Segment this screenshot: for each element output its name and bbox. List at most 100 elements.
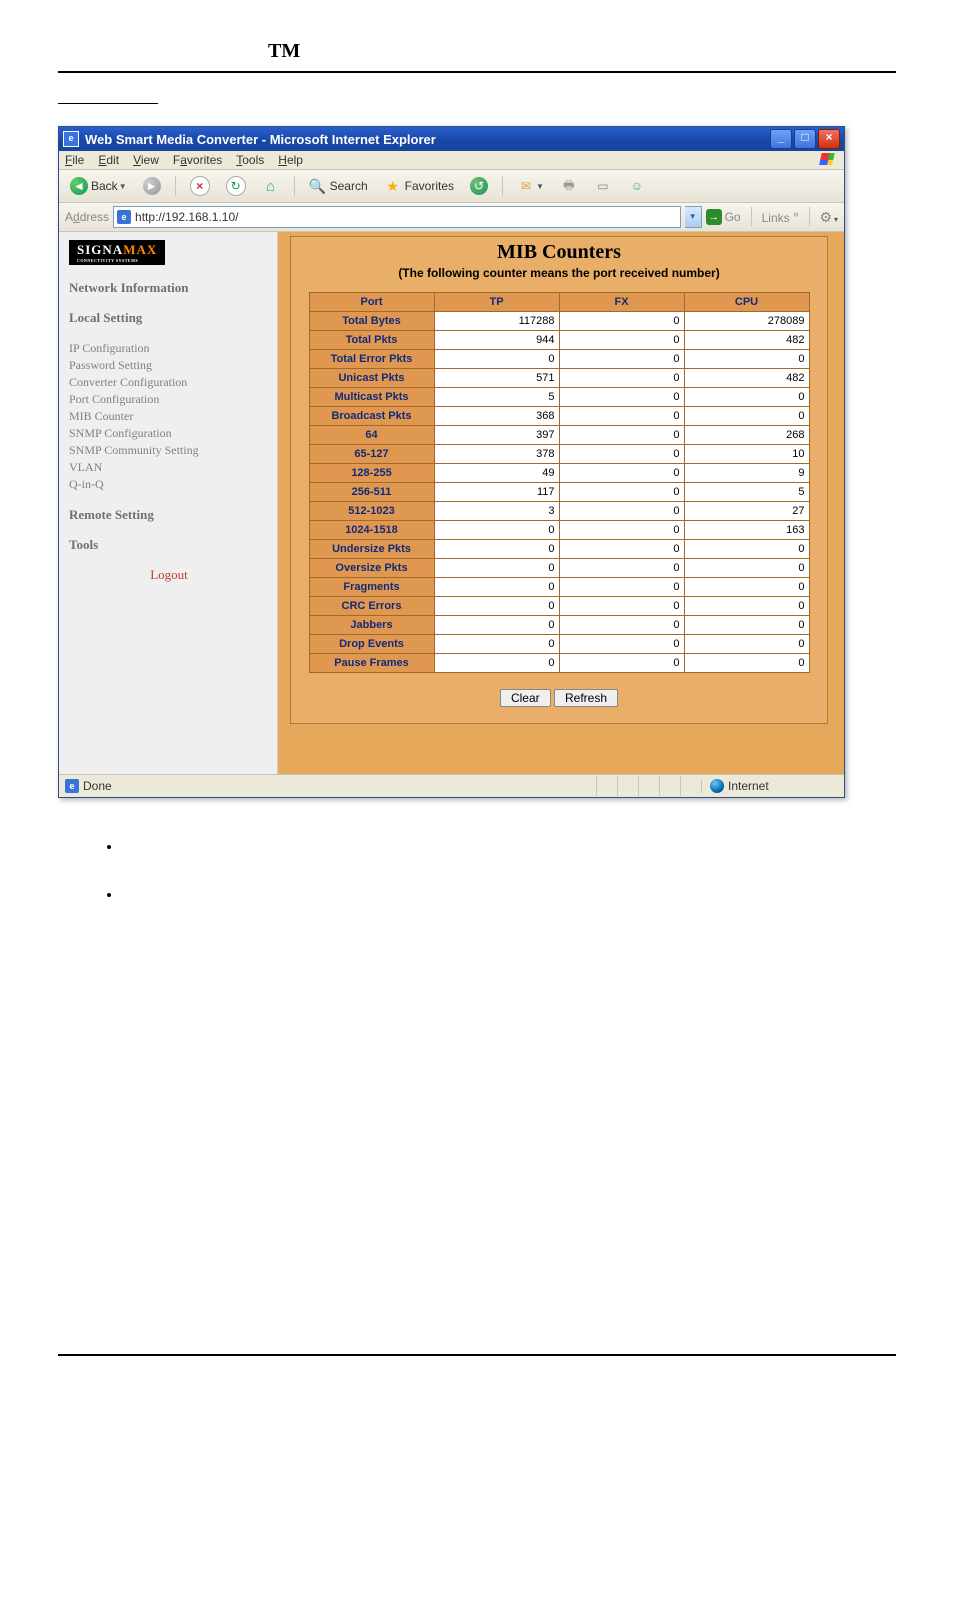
mail-button[interactable]: ✉▼ (512, 175, 549, 197)
cell-fx: 0 (559, 464, 684, 483)
bullet-2 (122, 886, 896, 904)
cell-cpu: 0 (684, 597, 809, 616)
sidebar-item-snmp-config[interactable]: SNMP Configuration (69, 425, 269, 442)
print-button[interactable]: 🖶 (555, 175, 583, 197)
settings-icon[interactable]: ⚙ ▾ (820, 209, 838, 226)
table-row: Broadcast Pkts36800 (309, 407, 809, 426)
sidebar-item-ip-config[interactable]: IP Configuration (69, 340, 269, 357)
back-button[interactable]: ◄ Back ▼ (65, 175, 132, 197)
menu-file[interactable]: File (65, 153, 84, 167)
toolbar: ◄ Back ▼ ► × ↻ ⌂ 🔍 Search ★ (59, 170, 844, 203)
messenger-button[interactable]: ☺ (623, 175, 651, 197)
cell-tp: 0 (434, 521, 559, 540)
sidebar-item-password[interactable]: Password Setting (69, 357, 269, 374)
cell-fx: 0 (559, 654, 684, 673)
status-ie-icon: e (65, 779, 79, 793)
table-row: Total Bytes1172880278089 (309, 312, 809, 331)
favorites-button[interactable]: ★ Favorites (379, 175, 459, 197)
menu-edit[interactable]: Edit (98, 153, 119, 167)
forward-button[interactable]: ► (138, 175, 166, 197)
mib-table: Port TP FX CPU Total Bytes1172880278089T… (309, 292, 810, 673)
cell-tp: 378 (434, 445, 559, 464)
table-row: Total Pkts9440482 (309, 331, 809, 350)
row-label: Drop Events (309, 635, 434, 654)
cell-tp: 0 (434, 654, 559, 673)
cell-cpu: 0 (684, 654, 809, 673)
cell-cpu: 268 (684, 426, 809, 445)
col-cpu: CPU (684, 293, 809, 312)
cell-tp: 0 (434, 578, 559, 597)
row-label: Undersize Pkts (309, 540, 434, 559)
mail-icon: ✉ (517, 177, 535, 195)
table-row: 128-2554909 (309, 464, 809, 483)
sidebar-head-network[interactable]: Network Information (69, 280, 269, 296)
search-button[interactable]: 🔍 Search (304, 175, 373, 197)
cell-cpu: 0 (684, 616, 809, 635)
cell-fx: 0 (559, 559, 684, 578)
menu-favorites[interactable]: Favorites (173, 153, 222, 167)
cell-cpu: 27 (684, 502, 809, 521)
table-row: Unicast Pkts5710482 (309, 369, 809, 388)
cell-tp: 0 (434, 559, 559, 578)
sidebar: SIGNAMAX CONNECTIVITY SYSTEMS Network In… (59, 232, 278, 774)
ie-page-icon: e (117, 210, 131, 224)
address-bar: Address e http://192.168.1.10/ ▾ → Go Li… (59, 203, 844, 232)
cell-fx: 0 (559, 407, 684, 426)
address-dropdown[interactable]: ▾ (685, 206, 702, 228)
refresh-button[interactable]: ↻ (221, 174, 251, 198)
menu-view[interactable]: View (133, 153, 159, 167)
status-zone: Internet (728, 779, 769, 793)
menu-tools[interactable]: Tools (236, 153, 264, 167)
go-arrow-icon: → (706, 209, 722, 225)
table-row: Drop Events000 (309, 635, 809, 654)
sidebar-item-mib-counter[interactable]: MIB Counter (69, 408, 269, 425)
row-label: Unicast Pkts (309, 369, 434, 388)
sidebar-item-qinq[interactable]: Q-in-Q (69, 476, 269, 493)
forward-arrow-icon: ► (143, 177, 161, 195)
close-button[interactable]: × (818, 129, 840, 149)
row-label: Total Error Pkts (309, 350, 434, 369)
sidebar-item-snmp-comm[interactable]: SNMP Community Setting (69, 442, 269, 459)
star-icon: ★ (384, 177, 402, 195)
sidebar-item-vlan[interactable]: VLAN (69, 459, 269, 476)
row-label: 1024-1518 (309, 521, 434, 540)
cell-tp: 49 (434, 464, 559, 483)
search-icon: 🔍 (309, 177, 327, 195)
cell-tp: 117288 (434, 312, 559, 331)
messenger-icon: ☺ (628, 177, 646, 195)
maximize-button[interactable]: □ (794, 129, 816, 149)
sidebar-item-converter[interactable]: Converter Configuration (69, 374, 269, 391)
notes-list (82, 838, 896, 904)
history-button[interactable]: ↺ (465, 175, 493, 197)
refresh-button-panel[interactable]: Refresh (554, 689, 618, 707)
address-input[interactable]: e http://192.168.1.10/ (113, 206, 681, 228)
sidebar-head-remote[interactable]: Remote Setting (69, 507, 269, 523)
sub-divider (58, 103, 158, 104)
sidebar-item-port-config[interactable]: Port Configuration (69, 391, 269, 408)
cell-tp: 0 (434, 635, 559, 654)
table-row: Multicast Pkts500 (309, 388, 809, 407)
cell-fx: 0 (559, 388, 684, 407)
go-button[interactable]: → Go (706, 209, 741, 225)
cell-cpu: 482 (684, 369, 809, 388)
table-row: Pause Frames000 (309, 654, 809, 673)
cell-tp: 571 (434, 369, 559, 388)
page-title: MIB Counters (291, 241, 827, 264)
menu-help[interactable]: Help (278, 153, 303, 167)
internet-zone-icon (710, 779, 724, 793)
table-row: Undersize Pkts000 (309, 540, 809, 559)
edit-button[interactable]: ▭ (589, 175, 617, 197)
clear-button[interactable]: Clear (500, 689, 551, 707)
links-button[interactable]: Links » (762, 209, 799, 225)
sidebar-logout[interactable]: Logout (69, 567, 269, 583)
row-label: 256-511 (309, 483, 434, 502)
row-label: Total Bytes (309, 312, 434, 331)
edit-icon: ▭ (594, 177, 612, 195)
cell-cpu: 0 (684, 350, 809, 369)
table-row: Total Error Pkts000 (309, 350, 809, 369)
stop-button[interactable]: × (185, 174, 215, 198)
minimize-button[interactable]: _ (770, 129, 792, 149)
home-button[interactable]: ⌂ (257, 175, 285, 197)
sidebar-head-tools[interactable]: Tools (69, 537, 269, 553)
row-label: 512-1023 (309, 502, 434, 521)
